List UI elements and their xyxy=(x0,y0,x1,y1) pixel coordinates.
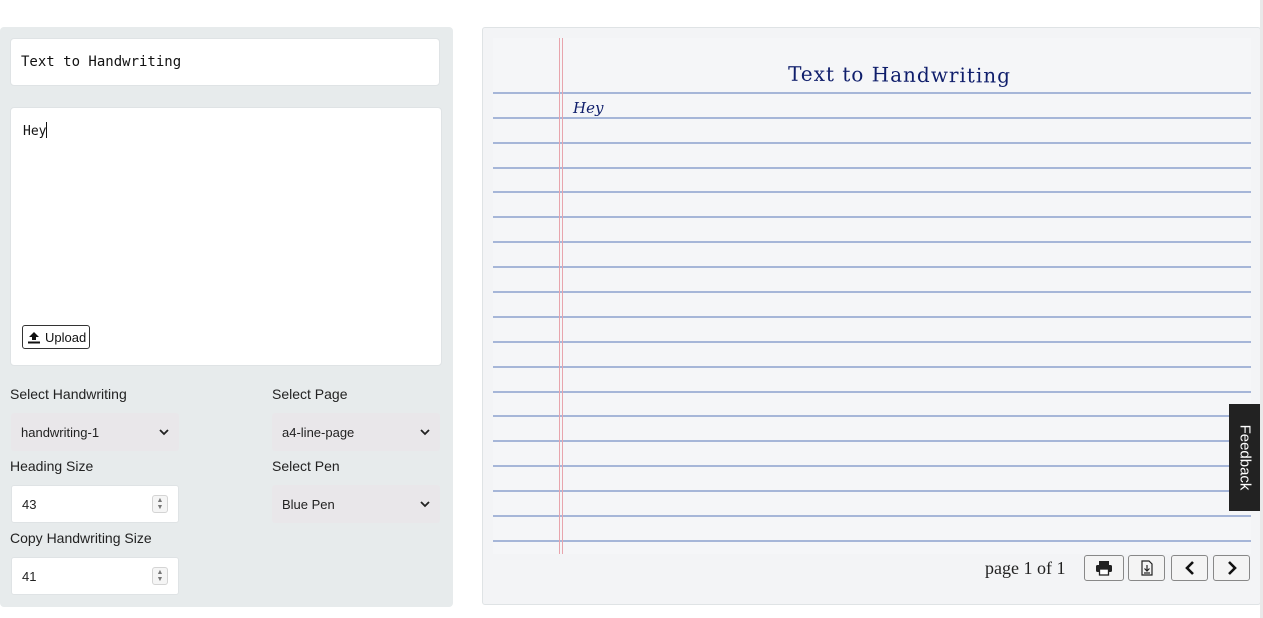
heading-size-input[interactable]: 43 ▲ ▼ xyxy=(11,485,179,523)
chevron-left-icon xyxy=(1184,561,1194,575)
body-textarea[interactable]: Hey Upload xyxy=(10,107,442,366)
handwriting-selected: handwriting-1 xyxy=(21,424,100,440)
print-button[interactable] xyxy=(1084,555,1124,581)
copy-size-label: Copy Handwriting Size xyxy=(10,530,152,546)
page-selected: a4-line-page xyxy=(282,424,355,440)
editor-panel: Text to Handwriting Hey Upload Select Ha… xyxy=(0,27,453,607)
paper-rule xyxy=(493,391,1251,393)
heading-input[interactable]: Text to Handwriting xyxy=(10,38,440,86)
page-label: Select Page xyxy=(272,386,348,402)
paper-rule xyxy=(493,191,1251,193)
upload-icon xyxy=(28,331,40,343)
paper-margin-line xyxy=(559,38,563,554)
copy-size-input[interactable]: 41 ▲ ▼ xyxy=(11,557,179,595)
text-caret xyxy=(46,122,48,138)
pen-label: Select Pen xyxy=(272,458,340,474)
page-indicator: page 1 of 1 xyxy=(985,558,1066,578)
pen-selected: Blue Pen xyxy=(282,496,335,512)
handwritten-body: Hey xyxy=(573,99,604,117)
number-spinner[interactable]: ▲ ▼ xyxy=(152,567,168,585)
download-icon xyxy=(1140,560,1153,576)
paper-rule xyxy=(493,117,1251,119)
page-select[interactable]: a4-line-page xyxy=(272,413,440,451)
paper-rule xyxy=(493,465,1251,467)
feedback-label: Feedback xyxy=(1236,424,1254,491)
feedback-tab[interactable]: Feedback xyxy=(1229,404,1261,511)
heading-size-value: 43 xyxy=(22,496,37,512)
paper-rule xyxy=(493,341,1251,343)
paper-rule xyxy=(493,440,1251,442)
paper-rule xyxy=(493,415,1251,417)
paper-rule xyxy=(493,366,1251,368)
printer-icon xyxy=(1096,561,1112,576)
paper-rule xyxy=(493,266,1251,268)
copy-size-value: 41 xyxy=(22,568,37,584)
paper-rule xyxy=(493,490,1251,492)
download-button[interactable] xyxy=(1128,555,1165,581)
preview-panel: Text to Handwriting Hey page 1 of 1 xyxy=(482,27,1261,605)
chevron-right-icon xyxy=(1227,561,1237,575)
number-spinner[interactable]: ▲ ▼ xyxy=(152,495,168,513)
paper-rule xyxy=(493,515,1251,517)
upload-label: Upload xyxy=(45,329,87,345)
upload-button[interactable]: Upload xyxy=(22,325,90,349)
body-text: Hey xyxy=(23,124,47,139)
handwriting-label: Select Handwriting xyxy=(10,386,127,402)
previous-page-button[interactable] xyxy=(1171,555,1208,581)
paper-rule xyxy=(493,241,1251,243)
lined-paper: Text to Handwriting Hey xyxy=(493,38,1251,554)
handwritten-heading: Text to Handwriting xyxy=(787,61,1012,88)
paper-rule xyxy=(493,92,1251,94)
heading-size-label: Heading Size xyxy=(10,458,94,474)
paper-rule xyxy=(493,216,1251,218)
paper-rule xyxy=(493,142,1251,144)
paper-rule xyxy=(493,316,1251,318)
chevron-down-icon xyxy=(159,428,169,435)
paper-rule xyxy=(493,291,1251,293)
next-page-button[interactable] xyxy=(1213,555,1250,581)
paper-rule xyxy=(493,167,1251,169)
handwriting-select[interactable]: handwriting-1 xyxy=(11,413,179,451)
paper-rule xyxy=(493,540,1251,542)
pen-select[interactable]: Blue Pen xyxy=(272,485,440,523)
chevron-down-icon xyxy=(420,428,430,435)
chevron-down-icon xyxy=(420,500,430,507)
